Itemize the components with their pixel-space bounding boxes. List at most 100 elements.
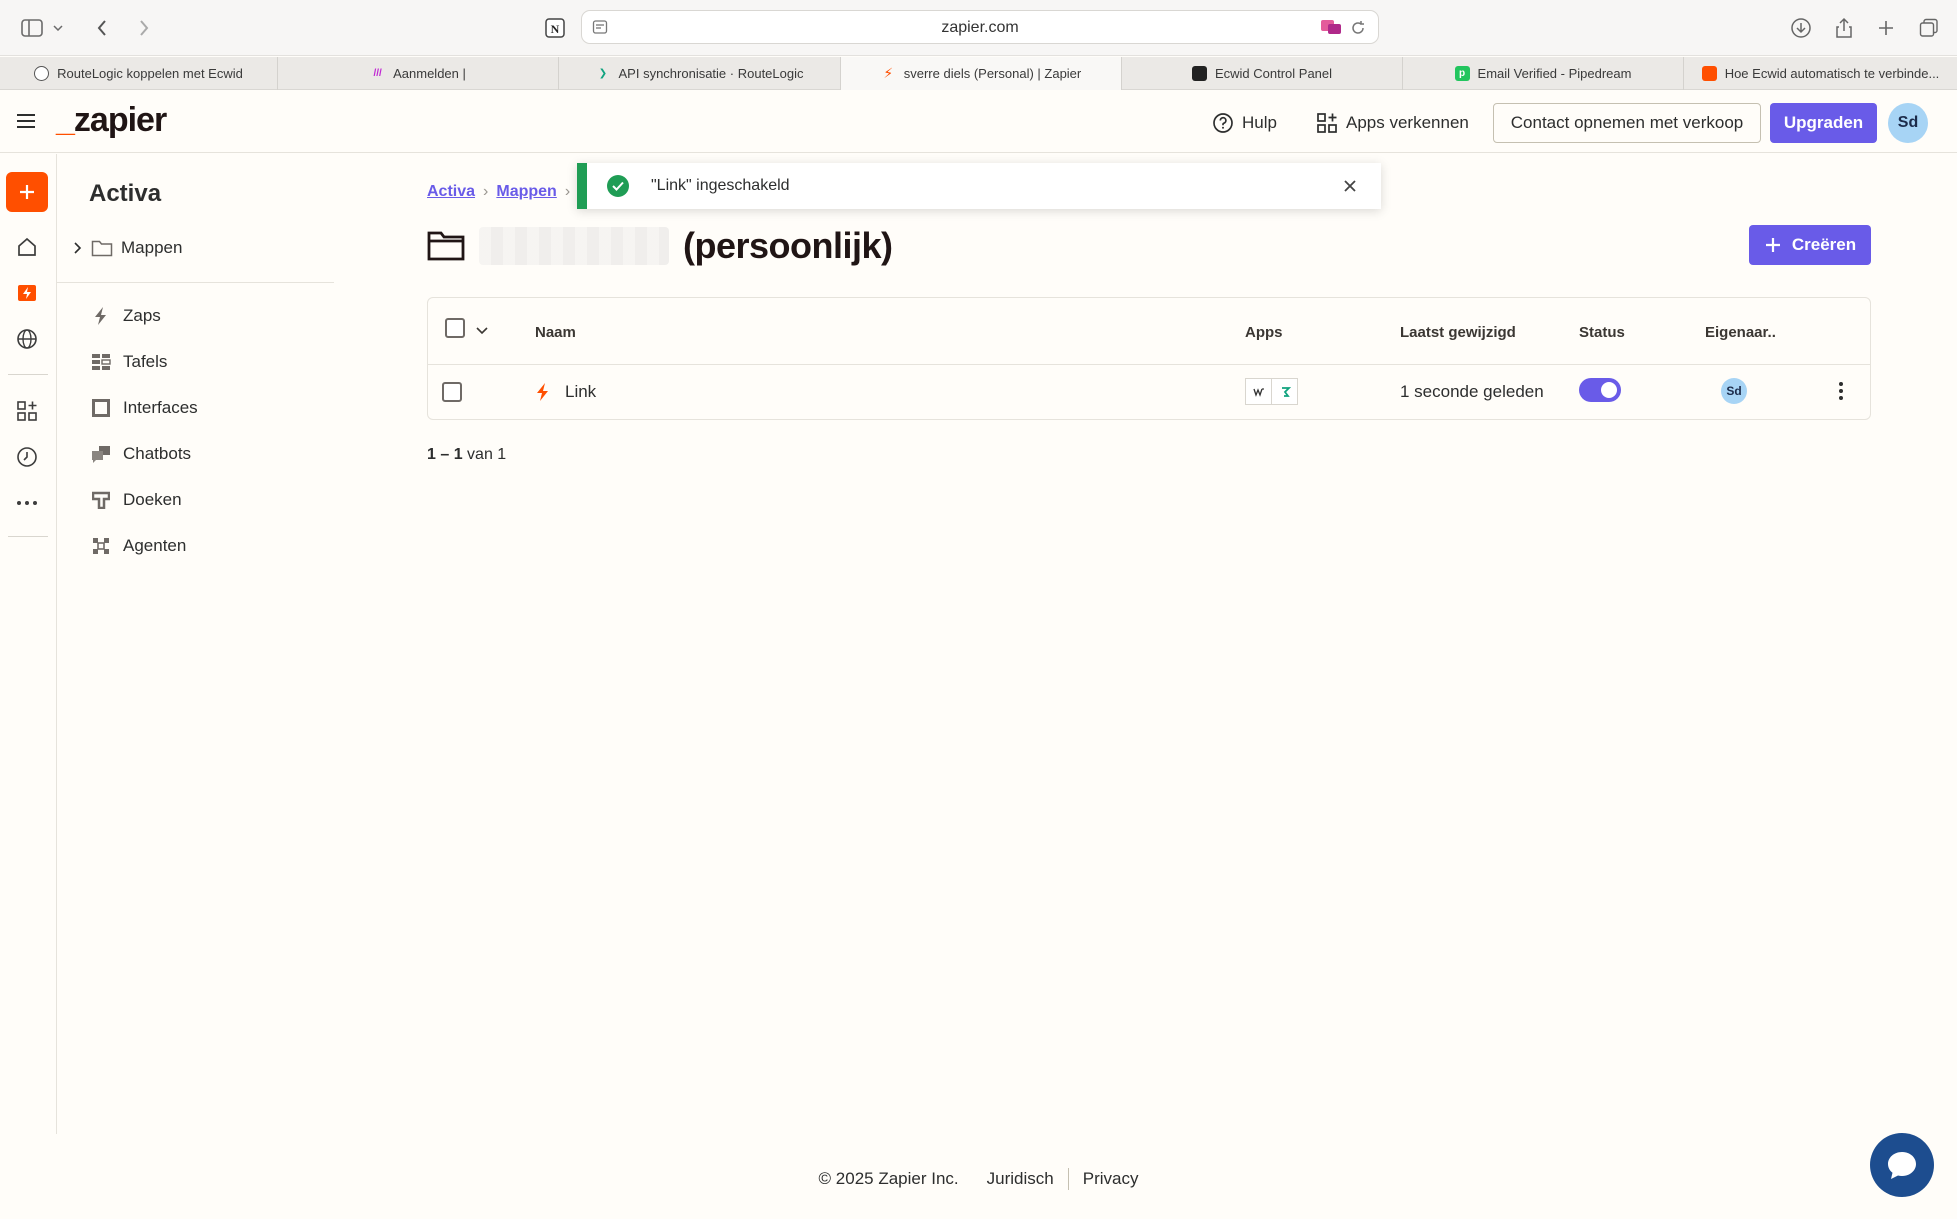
explore-apps-button[interactable]: Apps verkennen — [1316, 103, 1469, 143]
more-icon[interactable] — [14, 490, 40, 516]
sidebar-item-label: Tafels — [123, 352, 168, 371]
folder-icon — [91, 240, 113, 257]
openai-icon — [34, 66, 50, 81]
browser-tab[interactable]: Hoe Ecwid automatisch te verbinde... — [1684, 57, 1957, 90]
sidebar-toggle-icon[interactable] — [18, 14, 46, 42]
plus-icon — [1765, 238, 1780, 252]
sidebar-folders[interactable]: Mappen — [73, 238, 182, 258]
sidebar-item-label: Zaps — [123, 306, 161, 325]
browser-tab-active[interactable]: ⚡ sverre diels (Personal) | Zapier — [841, 57, 1122, 90]
privacy-link[interactable]: Privacy — [1069, 1169, 1153, 1189]
browser-tab[interactable]: ❯ API synchronisatie · RouteLogic — [559, 57, 841, 90]
translate-icon[interactable] — [1320, 19, 1342, 40]
pagination: 1 – 1 van 1 — [427, 446, 506, 464]
row-checkbox[interactable] — [442, 382, 462, 402]
globe-icon[interactable] — [14, 326, 40, 352]
browser-tab[interactable]: Ecwid Control Panel — [1122, 57, 1403, 90]
help-button[interactable]: Hulp — [1212, 103, 1277, 143]
chevron-right-icon[interactable] — [73, 241, 83, 255]
browser-tab[interactable]: p Email Verified - Pipedream — [1403, 57, 1684, 90]
row-more-icon[interactable] — [1828, 378, 1854, 404]
upgrade-button[interactable]: Upgraden — [1770, 103, 1877, 143]
notion-icon[interactable]: N — [541, 14, 569, 42]
tab-label: API synchronisatie · RouteLogic — [618, 66, 804, 81]
contact-label: Contact opnemen met verkoop — [1510, 113, 1744, 132]
address-bar[interactable]: zapier.com — [581, 10, 1379, 44]
toast-message: "Link" ingeschakeld — [651, 177, 790, 194]
share-icon[interactable] — [1830, 14, 1858, 42]
chat-support-button[interactable] — [1870, 1133, 1934, 1197]
history-icon[interactable] — [14, 444, 40, 470]
menu-icon[interactable] — [14, 109, 38, 133]
interfaces-icon — [91, 398, 111, 418]
tab-label: sverre diels (Personal) | Zapier — [903, 66, 1082, 81]
sidebar-item-interfaces[interactable]: Interfaces — [91, 398, 198, 418]
breadcrumb-activa[interactable]: Activa — [427, 183, 475, 201]
app-grid-icon[interactable] — [14, 398, 40, 424]
new-tab-icon[interactable] — [1872, 14, 1900, 42]
contact-sales-button[interactable]: Contact opnemen met verkoop — [1493, 103, 1761, 143]
zap-bolt-icon — [537, 383, 548, 401]
status-toggle[interactable] — [1579, 378, 1621, 402]
sidebar-item-tables[interactable]: Tafels — [91, 352, 167, 372]
sidebar-item-label: Chatbots — [123, 444, 192, 463]
pagination-range: 1 – 1 — [427, 446, 463, 463]
sidebar-item-canvases[interactable]: Doeken — [91, 490, 182, 510]
sidebar-item-label: Agenten — [123, 536, 187, 555]
routelogic-app-icon — [1271, 378, 1298, 405]
ecwid-app-icon — [1245, 378, 1272, 405]
breadcrumb-mappen[interactable]: Mappen — [496, 183, 556, 201]
column-header-owner[interactable]: Eigenaar.. — [1705, 324, 1776, 341]
zapier-logo[interactable]: _zapier — [56, 101, 167, 140]
upgrade-label: Upgraden — [1783, 113, 1864, 132]
download-icon[interactable] — [1787, 14, 1815, 42]
pagination-total: van 1 — [467, 446, 507, 463]
browser-tab-strip: RouteLogic koppelen met Ecwid /// Aanmel… — [0, 57, 1957, 90]
back-icon[interactable] — [88, 14, 116, 42]
forward-icon[interactable] — [130, 14, 158, 42]
browser-tab[interactable]: RouteLogic koppelen met Ecwid — [0, 57, 278, 90]
pipedream-icon: p — [1454, 66, 1470, 81]
create-plus-button[interactable] — [6, 172, 48, 212]
zaps-nav-icon[interactable] — [14, 280, 40, 306]
tab-overview-icon[interactable] — [1915, 14, 1943, 42]
sidebar-item-chatbots[interactable]: Chatbots — [91, 444, 191, 464]
redacted-folder-name — [479, 227, 669, 265]
chevron-right-icon: › — [483, 183, 489, 200]
column-header-name[interactable]: Naam — [535, 324, 576, 341]
home-icon[interactable] — [14, 234, 40, 260]
chevron-right-icon: › — [564, 183, 571, 200]
tab-label: Aanmelden | — [393, 66, 466, 81]
reload-icon[interactable] — [1350, 20, 1366, 41]
sidebar-item-agents[interactable]: Agenten — [91, 536, 186, 556]
success-toast: "Link" ingeschakeld — [577, 163, 1381, 209]
close-icon[interactable] — [1339, 175, 1361, 197]
zapier-bolt-icon: ⚡ — [883, 65, 894, 81]
column-header-modified[interactable]: Laatst gewijzigd — [1400, 324, 1516, 341]
sidebar-item-zaps[interactable]: Zaps — [91, 306, 161, 326]
create-button[interactable]: Creëren — [1749, 225, 1871, 265]
legal-link[interactable]: Juridisch — [973, 1169, 1068, 1189]
chevron-down-icon[interactable] — [476, 322, 488, 340]
sidebar-title: Activa — [89, 180, 162, 207]
agent-icon — [91, 536, 111, 556]
canvas-icon — [91, 490, 111, 510]
plus-icon — [20, 185, 34, 199]
chevron-down-icon[interactable] — [50, 14, 66, 42]
browser-tab[interactable]: /// Aanmelden | — [278, 57, 559, 90]
svg-text:N: N — [551, 22, 560, 36]
make-icon: /// — [373, 68, 382, 79]
copyright: © 2025 Zapier Inc. — [818, 1169, 959, 1188]
folder-icon — [427, 231, 465, 261]
zap-name-cell[interactable]: Link — [535, 378, 596, 406]
check-circle-icon — [607, 175, 629, 197]
select-all-checkbox[interactable] — [445, 318, 465, 338]
sidebar-divider — [57, 282, 334, 283]
user-avatar[interactable]: Sd — [1888, 103, 1928, 143]
page-title: (persoonlijk) — [683, 225, 893, 266]
rail-divider — [8, 374, 48, 375]
tab-label: Email Verified - Pipedream — [1477, 66, 1632, 81]
help-label: Hulp — [1242, 113, 1277, 132]
sidebar-item-label: Interfaces — [123, 398, 198, 417]
left-rail — [0, 154, 57, 1134]
